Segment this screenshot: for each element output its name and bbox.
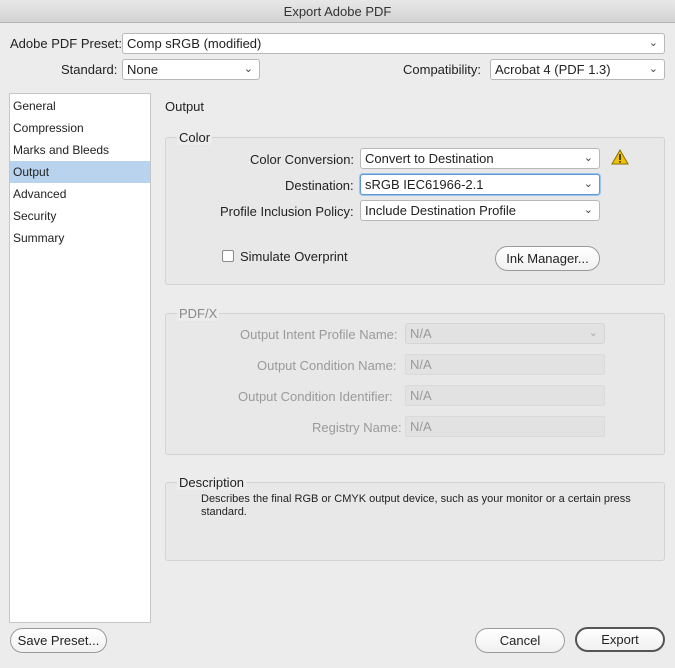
simulate-overprint-label: Simulate Overprint	[240, 249, 348, 264]
destination-label: Destination:	[285, 178, 354, 193]
output-condition-identifier-field[interactable]: N/A	[405, 385, 605, 406]
preset-dropdown[interactable]: Comp sRGB (modified) ⌄	[122, 33, 665, 54]
simulate-overprint-checkbox[interactable]	[222, 250, 234, 262]
chevron-down-icon: ⌄	[583, 204, 593, 216]
registry-name-label: Registry Name:	[312, 420, 402, 435]
compatibility-value: Acrobat 4 (PDF 1.3)	[495, 62, 611, 77]
chevron-down-icon: ⌄	[588, 327, 598, 339]
output-intent-value: N/A	[410, 326, 432, 341]
destination-value: sRGB IEC61966-2.1	[365, 177, 484, 192]
description-text: Describes the final RGB or CMYK output d…	[201, 493, 631, 518]
sidebar-item-advanced[interactable]: Advanced	[10, 183, 150, 205]
chevron-down-icon: ⌄	[583, 178, 593, 190]
sidebar-item-general[interactable]: General	[10, 95, 150, 117]
output-condition-name-field[interactable]: N/A	[405, 354, 605, 375]
ink-manager-button[interactable]: Ink Manager...	[495, 246, 600, 271]
output-intent-dropdown[interactable]: N/A ⌄	[405, 323, 605, 344]
color-conversion-value: Convert to Destination	[365, 151, 494, 166]
chevron-down-icon: ⌄	[648, 63, 658, 75]
window-title: Export Adobe PDF	[0, 0, 675, 23]
output-condition-identifier-label: Output Condition Identifier:	[238, 389, 393, 404]
color-group-title: Color	[177, 130, 213, 145]
standard-label: Standard:	[61, 62, 118, 77]
sidebar-item-marks-and-bleeds[interactable]: Marks and Bleeds	[10, 139, 150, 161]
export-button[interactable]: Export	[575, 627, 665, 652]
description-group-title: Description	[177, 475, 247, 490]
profile-policy-dropdown[interactable]: Include Destination Profile ⌄	[360, 200, 600, 221]
color-conversion-label: Color Conversion:	[250, 152, 355, 167]
output-condition-name-label: Output Condition Name:	[257, 358, 397, 373]
sidebar-item-compression[interactable]: Compression	[10, 117, 150, 139]
save-preset-button[interactable]: Save Preset...	[10, 628, 107, 653]
chevron-down-icon: ⌄	[648, 37, 658, 49]
registry-name-field[interactable]: N/A	[405, 416, 605, 437]
warning-icon	[611, 149, 629, 165]
standard-dropdown[interactable]: None ⌄	[122, 59, 260, 80]
standard-value: None	[127, 62, 159, 77]
sidebar-item-summary[interactable]: Summary	[10, 227, 150, 249]
sidebar-item-output[interactable]: Output	[10, 161, 150, 183]
category-sidebar: General Compression Marks and Bleeds Out…	[9, 93, 151, 623]
cancel-button[interactable]: Cancel	[475, 628, 565, 653]
compatibility-label: Compatibility:	[403, 62, 482, 77]
output-intent-label: Output Intent Profile Name:	[240, 327, 398, 342]
preset-label: Adobe PDF Preset:	[10, 36, 122, 51]
chevron-down-icon: ⌄	[583, 152, 593, 164]
preset-value: Comp sRGB (modified)	[127, 36, 262, 51]
pdfx-group-title: PDF/X	[177, 306, 220, 321]
destination-dropdown[interactable]: sRGB IEC61966-2.1 ⌄	[360, 174, 600, 195]
chevron-down-icon: ⌄	[243, 63, 253, 75]
profile-policy-value: Include Destination Profile	[365, 203, 517, 218]
sidebar-item-security[interactable]: Security	[10, 205, 150, 227]
color-conversion-dropdown[interactable]: Convert to Destination ⌄	[360, 148, 600, 169]
profile-policy-label: Profile Inclusion Policy:	[220, 204, 354, 219]
section-title: Output	[165, 99, 205, 114]
compatibility-dropdown[interactable]: Acrobat 4 (PDF 1.3) ⌄	[490, 59, 665, 80]
